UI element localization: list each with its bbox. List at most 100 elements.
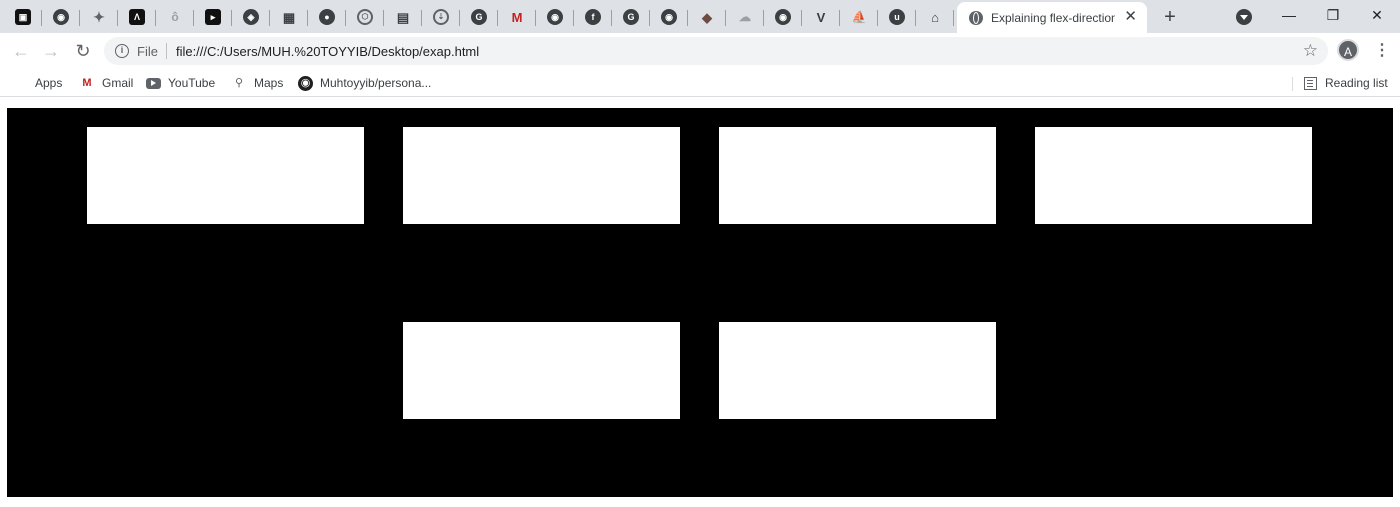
tab-github-3[interactable]: ◉ bbox=[650, 4, 688, 30]
twitter-icon: ✦ bbox=[93, 9, 105, 25]
forward-button[interactable]: → bbox=[38, 38, 64, 64]
ship-icon: ⛵ bbox=[851, 10, 867, 24]
github-icon: ◉ bbox=[298, 75, 313, 91]
terminal-icon: ▸ bbox=[205, 9, 221, 25]
youtube-icon bbox=[146, 77, 161, 89]
url-divider bbox=[165, 43, 167, 59]
scheme-label: File bbox=[137, 43, 158, 59]
vue-icon: V bbox=[816, 9, 826, 25]
bookmark-youtube[interactable]: YouTube bbox=[146, 73, 215, 93]
bookmark-label: Gmail bbox=[102, 76, 134, 90]
tab-github-4[interactable]: ◉ bbox=[764, 4, 802, 30]
bookmark-label: Maps bbox=[254, 76, 284, 90]
tab-grammarly[interactable]: G bbox=[460, 4, 498, 30]
codepen-icon: ▣ bbox=[15, 9, 31, 25]
circle-icon: ô bbox=[171, 10, 179, 24]
tab-github[interactable]: ◉ bbox=[42, 4, 80, 30]
address-bar[interactable]: i File file:///C:/Users/MUH.%20TOYYIB/De… bbox=[104, 37, 1328, 65]
grammarly-icon: G bbox=[471, 9, 487, 25]
tab-upwork[interactable]: u bbox=[878, 4, 916, 30]
flex-box-5 bbox=[403, 322, 680, 419]
github-icon: ◉ bbox=[775, 9, 791, 25]
info-icon[interactable]: i bbox=[115, 44, 129, 58]
reading-list-button[interactable]: Reading list bbox=[1304, 73, 1388, 93]
tab-grammarly-2[interactable]: G bbox=[612, 4, 650, 30]
tab-gmail[interactable]: M bbox=[498, 4, 536, 30]
toolbar: ← → ↻ i File file:///C:/Users/MUH.%20TOY… bbox=[0, 33, 1400, 69]
flex-box-1 bbox=[87, 127, 364, 224]
newsletter-icon: ▦ bbox=[282, 9, 296, 25]
github-icon: ◉ bbox=[53, 9, 69, 25]
linkedin-icon: ▤ bbox=[396, 9, 410, 25]
codesandbox-icon: ◈ bbox=[243, 9, 259, 25]
close-window-button[interactable]: ✕ bbox=[1354, 0, 1400, 30]
back-button[interactable]: ← bbox=[8, 38, 34, 64]
store-icon: ⌂ bbox=[931, 9, 939, 25]
tab-ship[interactable]: ⛵ bbox=[840, 4, 878, 30]
tab-git[interactable]: ◆ bbox=[688, 4, 726, 30]
flex-box-6 bbox=[719, 322, 996, 419]
tab-newsletter[interactable]: ▦ bbox=[270, 4, 308, 30]
cloud-icon: ☁ bbox=[739, 10, 751, 24]
page-viewport bbox=[0, 98, 1400, 507]
tab-search-icon[interactable] bbox=[1236, 9, 1252, 25]
apps-grid-icon bbox=[12, 75, 28, 91]
hexagon-icon: ⬡ bbox=[357, 9, 373, 25]
tab-circle[interactable]: ô bbox=[156, 4, 194, 30]
restore-button[interactable]: ❐ bbox=[1310, 0, 1356, 30]
tab-active[interactable]: Explaining flex-direction ✕ bbox=[957, 2, 1147, 33]
upwork-icon: u bbox=[889, 9, 905, 25]
bookmark-star-icon[interactable]: ☆ bbox=[1303, 41, 1318, 61]
gmail-icon: M bbox=[82, 76, 92, 89]
new-tab-button[interactable]: + bbox=[1158, 5, 1182, 29]
url-text[interactable]: file:///C:/Users/MUH.%20TOYYIB/Desktop/e… bbox=[176, 44, 479, 59]
tab-linkedin[interactable]: ▤ bbox=[384, 4, 422, 30]
git-icon: ◆ bbox=[702, 9, 712, 25]
tab-vue[interactable]: V bbox=[802, 4, 840, 30]
tab-cloud[interactable]: ☁ bbox=[726, 4, 764, 30]
bookmark-label: Apps bbox=[35, 76, 63, 90]
grammarly-icon: G bbox=[623, 9, 639, 25]
github-icon: ◉ bbox=[661, 9, 677, 25]
tab-codepen[interactable]: ▣ bbox=[4, 4, 42, 30]
tab-terminal[interactable]: ▸ bbox=[194, 4, 232, 30]
facebook-icon: f bbox=[585, 9, 601, 25]
bookmark-gmail[interactable]: M Gmail bbox=[79, 73, 133, 93]
tab-codesandbox[interactable]: ◈ bbox=[232, 4, 270, 30]
github-icon: ◉ bbox=[547, 9, 563, 25]
menu-icon[interactable]: ⋮ bbox=[1372, 38, 1392, 64]
maps-pin-icon: ⚲ bbox=[234, 76, 244, 89]
tab-facebook[interactable]: f bbox=[574, 4, 612, 30]
app-icon: ● bbox=[319, 9, 335, 25]
bookmark-maps[interactable]: ⚲ Maps bbox=[231, 73, 283, 93]
shield-icon: ⇣ bbox=[433, 9, 449, 25]
reading-list-icon bbox=[1304, 76, 1317, 90]
flex-box-4 bbox=[1035, 127, 1312, 224]
bookmarks-bar: Apps M Gmail YouTube ⚲ Maps ◉ Muhtoyyib/… bbox=[0, 69, 1400, 97]
bookmark-label: Muhtoyyib/persona... bbox=[320, 76, 432, 90]
tab-github-2[interactable]: ◉ bbox=[536, 4, 574, 30]
bookmark-github[interactable]: ◉ Muhtoyyib/persona... bbox=[298, 73, 431, 93]
tab-strip: ▣ ◉ ✦ Λ ô ▸ ◈ ▦ ● ⬡ ▤ ⇣ G M ◉ f G ◉ ◆ ☁ … bbox=[0, 0, 1400, 33]
tab-hexagon[interactable]: ⬡ bbox=[346, 4, 384, 30]
bookmarks-divider bbox=[1292, 77, 1293, 91]
gmail-icon: M bbox=[511, 9, 523, 25]
bookmark-apps[interactable]: Apps bbox=[12, 73, 62, 93]
tab-shield[interactable]: ⇣ bbox=[422, 4, 460, 30]
bookmark-label: YouTube bbox=[168, 76, 216, 90]
minimize-button[interactable]: — bbox=[1266, 0, 1312, 30]
tab-twitter[interactable]: ✦ bbox=[80, 4, 118, 30]
reading-list-label: Reading list bbox=[1325, 76, 1388, 90]
profile-avatar[interactable]: A bbox=[1337, 39, 1359, 61]
tab-store[interactable]: ⌂ bbox=[916, 4, 954, 30]
flex-box-3 bbox=[719, 127, 996, 224]
close-tab-icon[interactable]: ✕ bbox=[1124, 9, 1137, 25]
flex-container bbox=[7, 108, 1393, 497]
globe-icon bbox=[969, 10, 983, 25]
tab-app[interactable]: ● bbox=[308, 4, 346, 30]
reload-button[interactable]: ↻ bbox=[70, 38, 96, 64]
tab-active-title: Explaining flex-direction bbox=[991, 10, 1115, 25]
flex-box-2 bbox=[403, 127, 680, 224]
code-icon: Λ bbox=[129, 9, 145, 25]
tab-code[interactable]: Λ bbox=[118, 4, 156, 30]
